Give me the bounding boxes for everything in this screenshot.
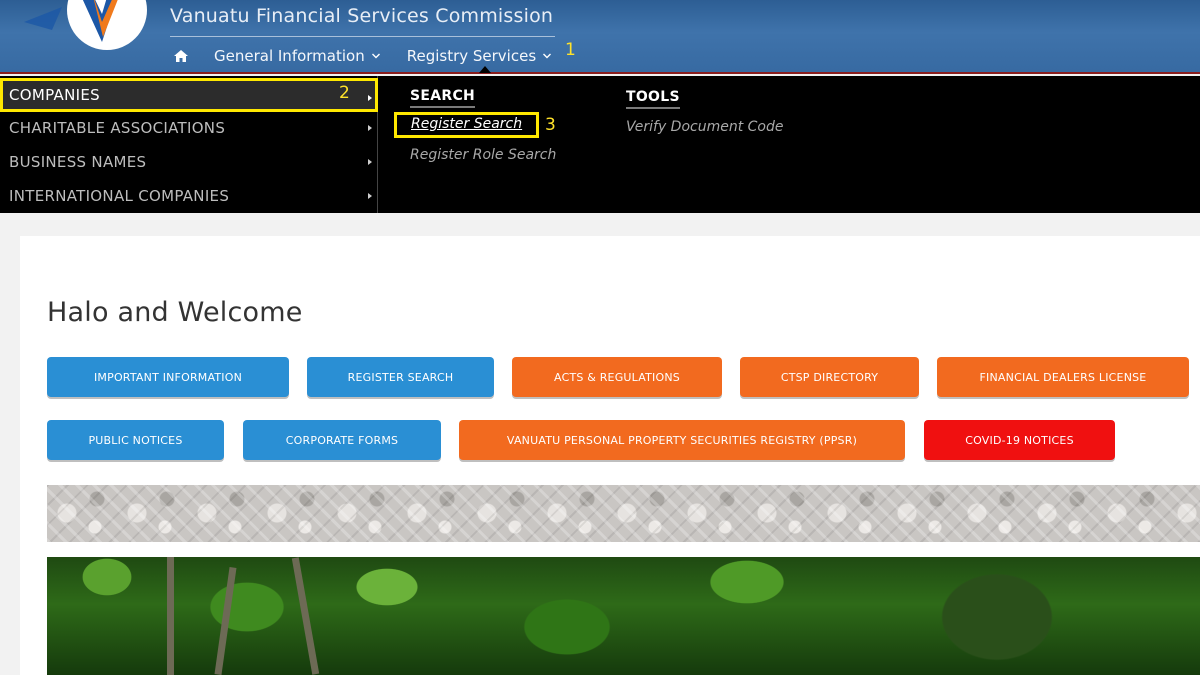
tree-trunk	[214, 567, 237, 675]
home-icon[interactable]	[172, 47, 190, 65]
registry-mega-menu: COMPANIES 2 CHARITABLE ASSOCIATIONS BUSI…	[0, 76, 1200, 213]
menu-item-international-companies[interactable]: INTERNATIONAL COMPANIES	[0, 179, 378, 213]
step-callout-2: 2	[339, 83, 351, 103]
verify-document-code-link[interactable]: Verify Document Code	[626, 119, 784, 135]
covid-19-notices-button[interactable]: COVID-19 NOTICES	[924, 420, 1115, 460]
corporate-forms-button[interactable]: CORPORATE FORMS	[243, 420, 441, 460]
forest-hero-image	[47, 557, 1200, 675]
ctsp-directory-button[interactable]: CTSP DIRECTORY	[740, 357, 919, 397]
decorative-pattern-banner	[47, 485, 1200, 542]
page-title: Halo and Welcome	[47, 297, 303, 328]
vfsc-logo[interactable]	[22, 0, 162, 52]
ppsr-button[interactable]: VANUATU PERSONAL PROPERTY SECURITIES REG…	[459, 420, 905, 460]
menu-item-label: COMPANIES	[9, 86, 100, 104]
nav-registry-services[interactable]: Registry Services	[407, 47, 552, 65]
main-nav: General Information Registry Services	[172, 44, 578, 68]
public-notices-button[interactable]: PUBLIC NOTICES	[47, 420, 224, 460]
heading-label: TOOLS	[626, 89, 680, 105]
site-header: Vanuatu Financial Services Commission Ge…	[0, 0, 1200, 74]
nav-label: General Information	[214, 47, 365, 65]
register-search-button[interactable]: REGISTER SEARCH	[307, 357, 494, 397]
menu-item-companies[interactable]: COMPANIES 2	[0, 78, 378, 112]
caret-right-icon	[368, 159, 372, 165]
step-callout-3: 3	[545, 115, 556, 135]
heading-underline	[410, 106, 476, 108]
heading-underline	[626, 107, 680, 109]
brand-name: Vanuatu Financial Services Commission	[170, 5, 554, 27]
registry-type-list: COMPANIES 2 CHARITABLE ASSOCIATIONS BUSI…	[0, 76, 378, 213]
register-search-link[interactable]: Register Search	[394, 112, 540, 138]
acts-regulations-button[interactable]: ACTS & REGULATIONS	[512, 357, 722, 397]
chevron-down-icon	[371, 53, 380, 59]
menu-heading-tools: TOOLS	[626, 89, 680, 109]
menu-item-business-names[interactable]: BUSINESS NAMES	[0, 145, 378, 179]
welcome-card: Halo and Welcome IMPORTANT INFORMATION R…	[20, 236, 1200, 675]
important-information-button[interactable]: IMPORTANT INFORMATION	[47, 357, 289, 397]
tree-trunk	[291, 557, 320, 675]
step-callout-1: 1	[565, 40, 576, 60]
caret-right-icon	[368, 193, 372, 199]
chevron-down-icon	[543, 53, 552, 59]
heading-label: SEARCH	[410, 88, 476, 104]
tree-trunk	[167, 557, 174, 675]
caret-right-icon	[368, 95, 372, 101]
nav-general-information[interactable]: General Information	[214, 47, 381, 65]
nav-label: Registry Services	[406, 47, 537, 65]
menu-item-label: CHARITABLE ASSOCIATIONS	[9, 119, 226, 137]
menu-item-charitable-associations[interactable]: CHARITABLE ASSOCIATIONS	[0, 111, 378, 145]
menu-item-label: INTERNATIONAL COMPANIES	[9, 187, 230, 205]
register-role-search-link[interactable]: Register Role Search	[410, 147, 556, 163]
menu-item-label: BUSINESS NAMES	[9, 153, 147, 171]
brand-divider	[170, 36, 555, 37]
menu-caret	[479, 66, 491, 73]
caret-right-icon	[368, 125, 372, 131]
financial-dealers-license-button[interactable]: FINANCIAL DEALERS LICENSE	[937, 357, 1189, 397]
menu-heading-search: SEARCH	[410, 88, 476, 108]
